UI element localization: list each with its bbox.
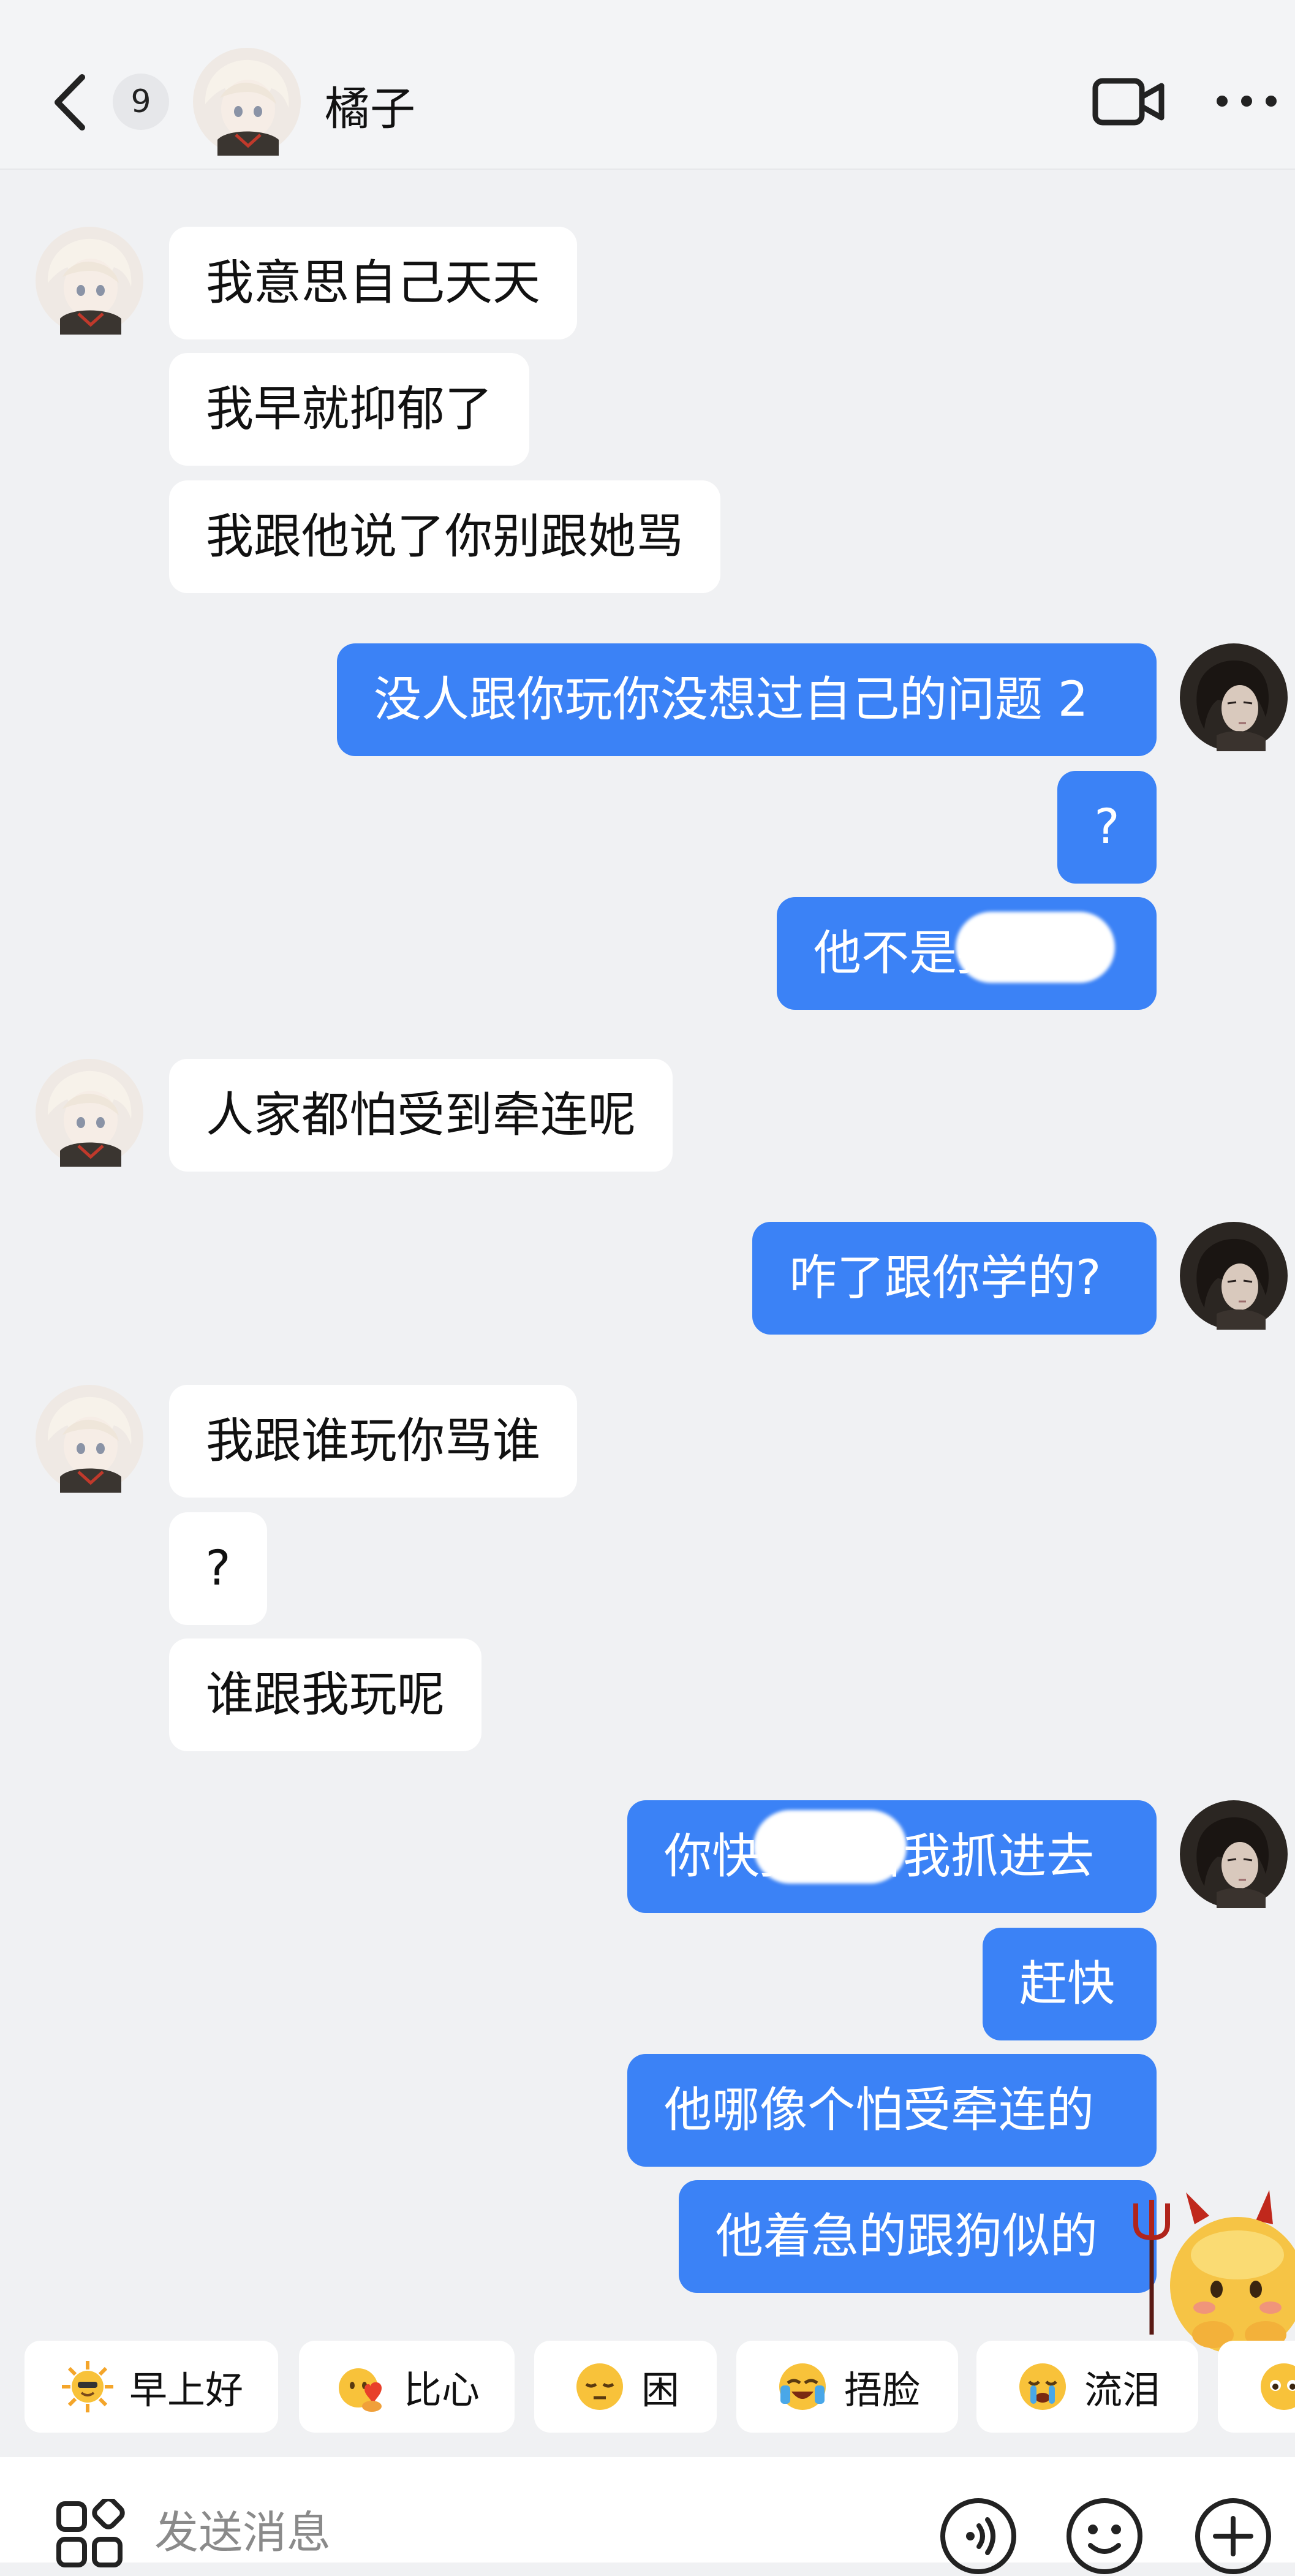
message-bubble-outgoing[interactable]: 他哪像个怕受牵连的 xyxy=(627,2054,1157,2167)
facepalm-emoji-icon xyxy=(774,2358,831,2415)
devil-sticker xyxy=(1133,2190,1295,2354)
user-avatar[interactable] xyxy=(1180,1222,1288,1330)
message-bubble-outgoing[interactable]: 没人跟你玩你没想过自己的问题 2 xyxy=(337,643,1157,756)
quick-reply-chip[interactable]: 比心 xyxy=(299,2341,515,2433)
message-bubble-incoming[interactable]: ? xyxy=(169,1512,267,1625)
pleading-face-emoji-icon xyxy=(1256,2358,1295,2415)
user-avatar[interactable] xyxy=(1180,1800,1288,1908)
quick-reply-bar: 早上好 比心 困 捂脸 流泪 xyxy=(0,2341,1295,2433)
plus-icon[interactable] xyxy=(1193,2496,1273,2576)
message-bubble-incoming[interactable]: 我跟他说了你别跟她骂 xyxy=(169,480,721,593)
contact-avatar[interactable] xyxy=(193,48,301,156)
heart-hands-emoji-icon xyxy=(334,2358,390,2415)
sun-face-emoji-icon xyxy=(59,2358,116,2415)
redaction-scribble xyxy=(753,1810,907,1884)
quick-reply-label: 捂脸 xyxy=(844,2368,920,2412)
message-bubble-outgoing[interactable]: 咋了跟你学的? xyxy=(752,1222,1157,1335)
quick-reply-label: 流泪 xyxy=(1084,2368,1160,2412)
video-call-icon[interactable] xyxy=(1092,74,1165,130)
contact-avatar[interactable] xyxy=(36,1385,143,1493)
quick-reply-chip[interactable] xyxy=(1218,2341,1295,2433)
quick-reply-chip[interactable]: 困 xyxy=(534,2341,717,2433)
quick-reply-chip[interactable]: 捂脸 xyxy=(736,2341,958,2433)
message-bubble-incoming[interactable]: 我跟谁玩你骂谁 xyxy=(169,1385,578,1498)
crying-face-emoji-icon xyxy=(1014,2358,1071,2415)
user-avatar[interactable] xyxy=(1180,643,1288,751)
quick-reply-label: 困 xyxy=(641,2368,679,2412)
sleepy-face-emoji-icon xyxy=(572,2358,628,2415)
emoji-picker-icon[interactable] xyxy=(1065,2496,1144,2576)
contact-avatar[interactable] xyxy=(36,1059,143,1167)
contact-name[interactable]: 橘子 xyxy=(325,72,415,138)
message-bubble-outgoing[interactable]: 他着急的跟狗似的 xyxy=(679,2180,1157,2293)
chevron-left-icon[interactable] xyxy=(48,69,91,136)
quick-reply-chip[interactable]: 早上好 xyxy=(25,2341,278,2433)
message-bubble-incoming[interactable]: 谁跟我玩呢 xyxy=(169,1638,482,1751)
message-bubble-incoming[interactable]: 人家都怕受到牵连呢 xyxy=(169,1059,673,1172)
message-bubble-outgoing[interactable]: 赶快 xyxy=(983,1928,1157,2040)
redaction-scribble xyxy=(956,912,1115,983)
more-options-icon[interactable] xyxy=(1213,86,1280,116)
apps-grid-icon[interactable] xyxy=(54,2499,125,2570)
voice-input-icon[interactable] xyxy=(938,2496,1018,2576)
quick-reply-chip[interactable]: 流泪 xyxy=(976,2341,1198,2433)
message-bubble-incoming[interactable]: 我早就抑郁了 xyxy=(169,353,530,466)
unread-count-badge[interactable]: 9 xyxy=(113,74,169,130)
quick-reply-label: 比心 xyxy=(403,2368,480,2412)
message-input-bar xyxy=(0,2457,1295,2574)
message-bubble-outgoing[interactable]: ? xyxy=(1057,771,1157,884)
message-input[interactable] xyxy=(153,2501,891,2564)
message-bubble-incoming[interactable]: 我意思自己天天 xyxy=(169,227,578,339)
contact-avatar[interactable] xyxy=(36,227,143,335)
quick-reply-label: 早上好 xyxy=(129,2368,243,2412)
chat-header: 9 橘子 xyxy=(0,0,1295,170)
